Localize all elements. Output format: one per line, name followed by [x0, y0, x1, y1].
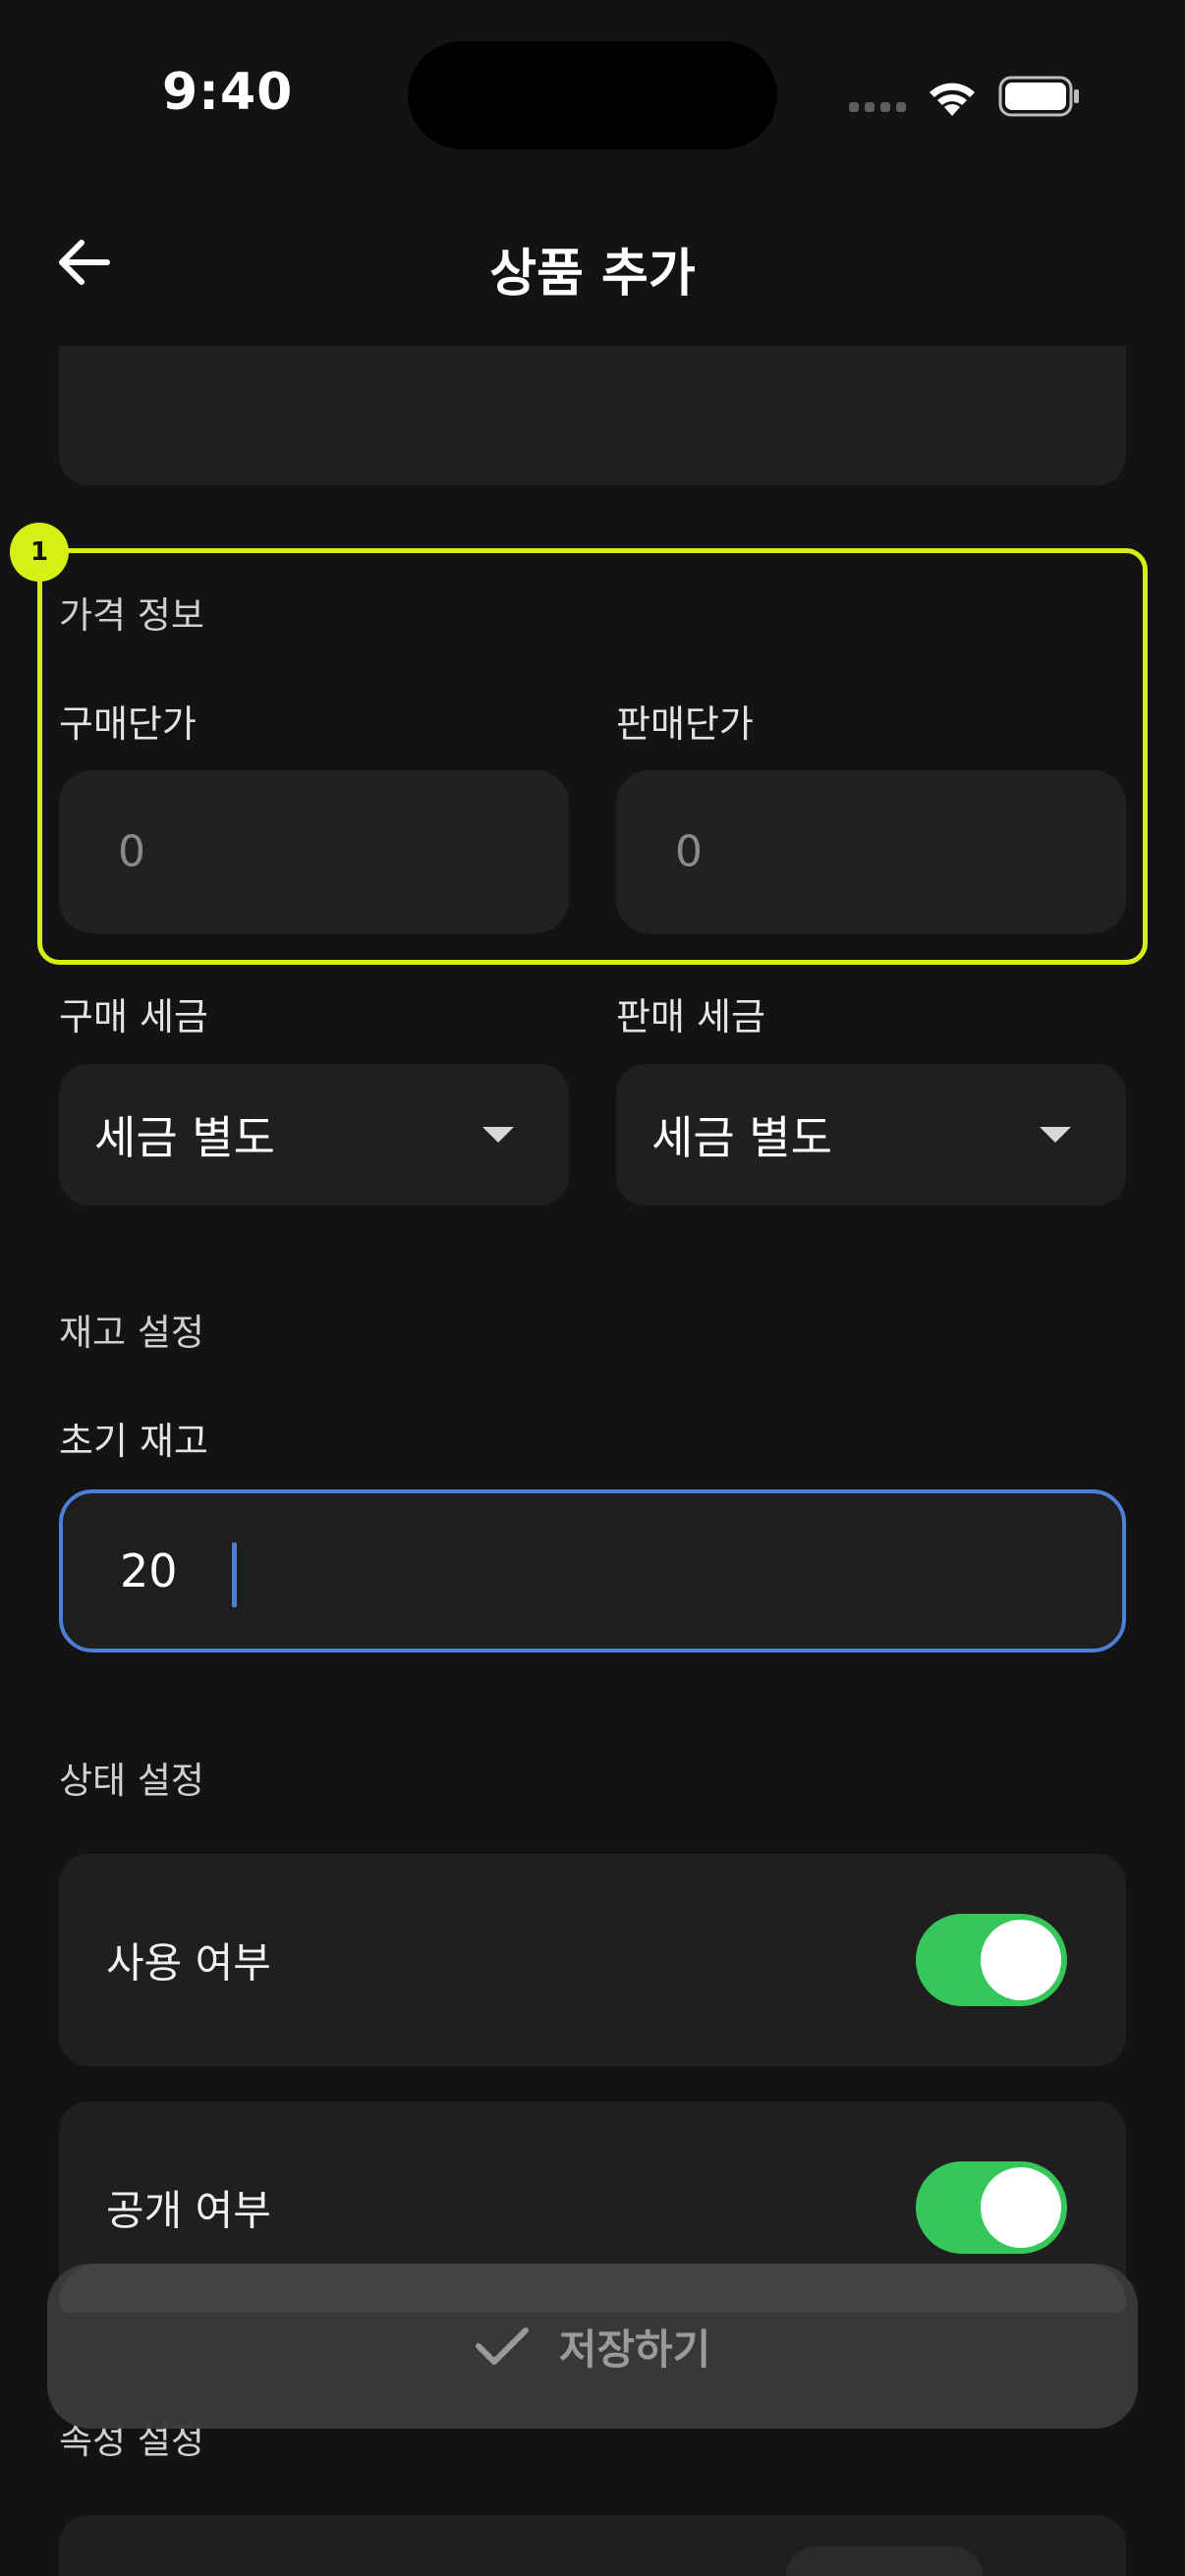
price-section-title: 가격 정보	[59, 594, 204, 637]
previous-field-card[interactable]	[59, 346, 1126, 485]
sale-price-input[interactable]: 0	[616, 770, 1126, 933]
use-label: 사용 여부	[106, 1938, 271, 1988]
initial-stock-input[interactable]: 20	[59, 1489, 1126, 1652]
page-title: 상품 추가	[489, 245, 696, 304]
sale-tax-label: 판매 세금	[616, 995, 765, 1038]
initial-stock-label: 초기 재고	[59, 1420, 208, 1463]
initial-stock-value: 20	[120, 1544, 178, 1597]
public-toggle[interactable]	[916, 2161, 1067, 2254]
sale-price-label: 판매단가	[616, 702, 754, 746]
sale-tax-value: 세금 별도	[651, 1111, 832, 1164]
checkmark-icon	[475, 2327, 529, 2365]
caret-down-icon	[1040, 1127, 1071, 1143]
cellular-signal-icon	[849, 102, 908, 114]
screen: 9:40 상품 추가 1 가격 정보 구매단가 판매단가 0 0 구매 세금 판…	[0, 0, 1185, 2576]
purchase-tax-label: 구매 세금	[59, 995, 208, 1038]
sale-price-value: 0	[675, 826, 703, 877]
battery-icon	[998, 76, 1081, 117]
annotation-badge: 1	[10, 523, 69, 582]
purchase-price-input[interactable]: 0	[59, 770, 569, 933]
purchase-tax-select[interactable]: 세금 별도	[59, 1064, 569, 1205]
purchase-tax-value: 세금 별도	[94, 1111, 275, 1164]
purchase-price-value: 0	[118, 826, 145, 877]
wifi-icon	[924, 73, 981, 118]
status-section-title: 상태 설정	[59, 1760, 204, 1802]
purchase-price-label: 구매단가	[59, 702, 197, 746]
text-cursor	[232, 1542, 237, 1607]
stock-section-title: 재고 설정	[59, 1312, 204, 1354]
caret-down-icon	[482, 1127, 514, 1143]
dynamic-island	[408, 41, 777, 149]
public-label: 공개 여부	[106, 2186, 271, 2235]
save-button-label: 저장하기	[558, 2324, 711, 2374]
status-time: 9:40	[162, 63, 294, 122]
use-toggle[interactable]	[916, 1914, 1067, 2006]
sale-tax-select[interactable]: 세금 별도	[616, 1064, 1126, 1205]
attribute-action-button[interactable]	[786, 2547, 983, 2576]
use-toggle-row: 사용 여부	[59, 1854, 1126, 2066]
save-button[interactable]: 저장하기	[47, 2264, 1138, 2429]
